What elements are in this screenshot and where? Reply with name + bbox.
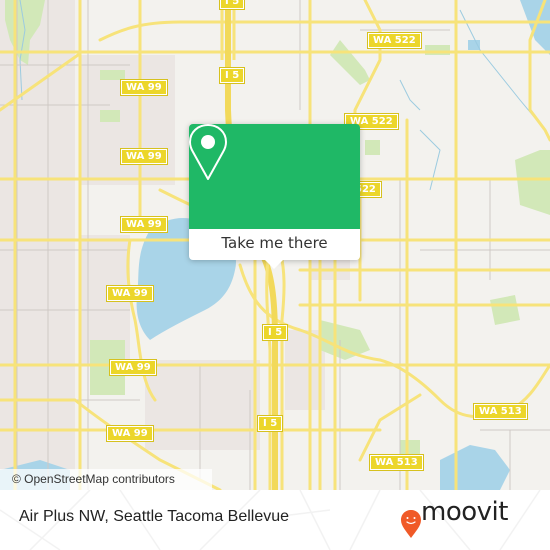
popup-header bbox=[189, 124, 360, 229]
route-shield-wa99: WA 99 bbox=[106, 285, 154, 302]
route-shield-i5: I 5 bbox=[218, 0, 246, 10]
route-shield-wa513: WA 513 bbox=[369, 454, 424, 471]
route-shield-wa99: WA 99 bbox=[120, 148, 168, 165]
route-shield-i5: I 5 bbox=[256, 415, 284, 432]
route-shield-wa99: WA 99 bbox=[106, 425, 154, 442]
route-shield-wa513: WA 513 bbox=[473, 403, 528, 420]
location-popup: Take me there bbox=[189, 124, 360, 269]
popup-pointer bbox=[265, 260, 283, 269]
moovit-brand-name: moovit bbox=[421, 497, 508, 527]
moovit-logo-icon bbox=[401, 510, 421, 538]
route-shield-wa99: WA 99 bbox=[120, 216, 168, 233]
map-pin-icon bbox=[189, 124, 227, 180]
route-shield-wa522: WA 522 bbox=[367, 32, 422, 49]
route-shield-wa99: WA 99 bbox=[120, 79, 168, 96]
place-name: Air Plus NW, Seattle Tacoma Bellevue bbox=[19, 508, 290, 525]
map[interactable]: WA 99 WA 99 WA 99 WA 99 WA 99 WA 99 WA 9… bbox=[0, 0, 550, 490]
route-shield-i5: I 5 bbox=[261, 324, 289, 341]
route-shield-wa99: WA 99 bbox=[109, 359, 157, 376]
map-attribution[interactable]: © OpenStreetMap contributors bbox=[0, 469, 212, 490]
take-me-there-button[interactable]: Take me there bbox=[189, 229, 360, 260]
route-shield-i5: I 5 bbox=[218, 67, 246, 84]
footer: Air Plus NW, Seattle Tacoma Bellevue moo… bbox=[0, 490, 550, 550]
